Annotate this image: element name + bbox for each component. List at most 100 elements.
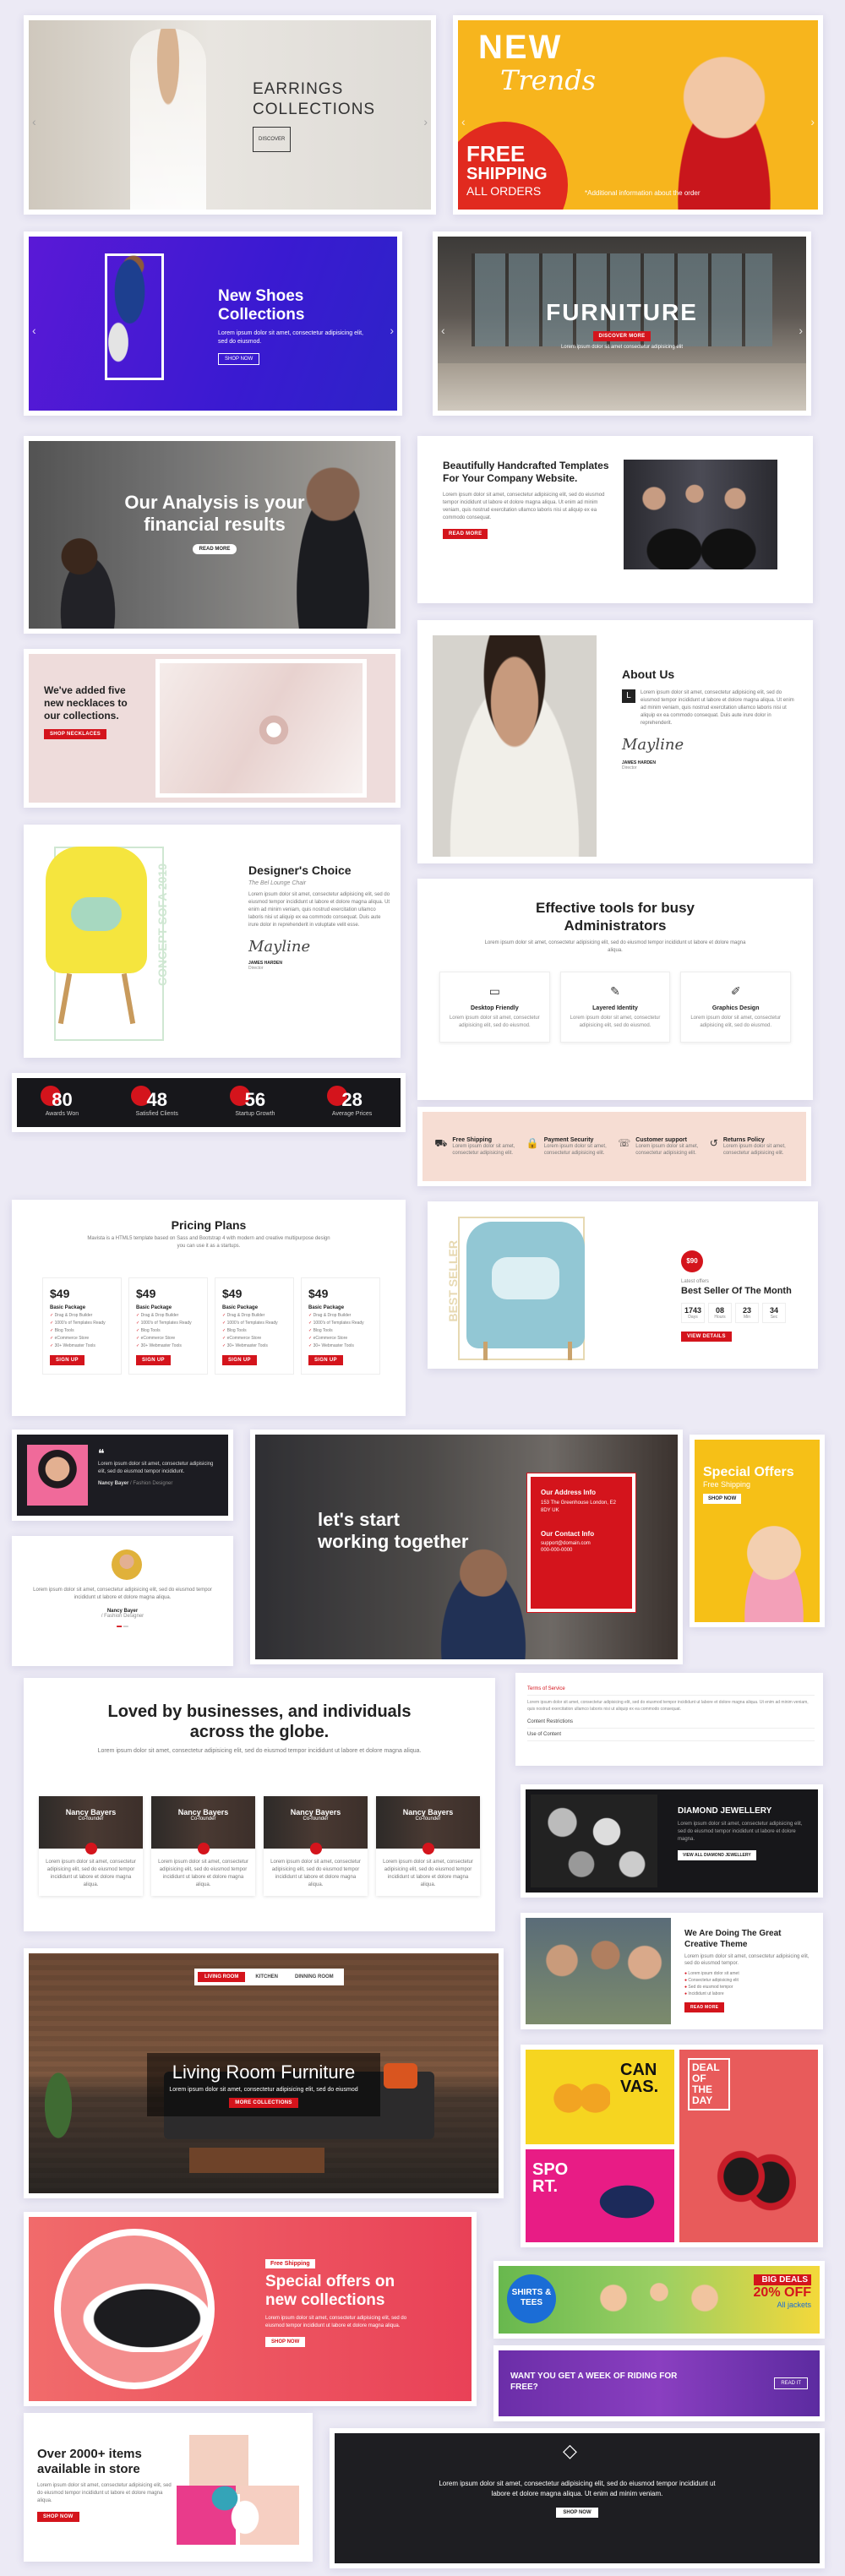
- stat-item: 56 Startup Growth: [230, 1085, 275, 1117]
- about-title: About Us: [622, 667, 675, 681]
- support-icon: ☏: [618, 1136, 631, 1149]
- feature-body: Free Shipping Lorem ipsum dolor sit amet,…: [452, 1137, 519, 1157]
- earrings-title-2: COLLECTIONS: [253, 101, 376, 118]
- plan-feature: ✓ eCommerce Store: [222, 1336, 286, 1341]
- plan-feature-label: 1000's of Templates Ready: [313, 1321, 364, 1326]
- special-shop-button[interactable]: SHOP NOW: [703, 1494, 742, 1504]
- analysis-button[interactable]: READ MORE: [192, 544, 237, 554]
- red-sneakers: [711, 2117, 796, 2236]
- team-card: Nancy Bayers Co-founder Lorem ipsum dolor …: [39, 1796, 143, 1896]
- prev-arrow-icon[interactable]: ‹: [441, 324, 445, 337]
- bestseller-sub: Latest offers: [681, 1279, 709, 1284]
- designer-card: CONCEPT SOFA 2019 Designer's Choice The …: [24, 825, 401, 1058]
- plan-feature-label: Drag & Drop Builder: [313, 1313, 352, 1318]
- plan-feature-label: 1000's of Templates Ready: [226, 1321, 278, 1326]
- jewellery-button[interactable]: VIEW ALL DIAMOND JEWELLERY: [678, 1850, 756, 1860]
- necklace-shop-button[interactable]: SHOP NECKLACES: [44, 729, 107, 739]
- features-card: ⛟ Free Shipping Lorem ipsum dolor sit amet…: [417, 1107, 811, 1186]
- stat-label: Startup Growth: [235, 1110, 275, 1117]
- team-text: Lorem ipsum dolor sit amet, consectetur …: [158, 1860, 248, 1887]
- accordion-item[interactable]: Use of Content: [527, 1729, 815, 1741]
- team-badge: [197, 1843, 210, 1854]
- stat-item: 80 Awards Won: [40, 1085, 79, 1117]
- tab-dinning-room[interactable]: DINNING ROOM: [288, 1972, 341, 1982]
- diamond-icon: ◇: [563, 2440, 577, 2461]
- special-offers-card: Special Offers Free Shipping SHOP NOW: [690, 1435, 825, 1627]
- plan-feature: ✓ Drag & Drop Builder: [136, 1313, 200, 1318]
- diamond-shop-button[interactable]: SHOP NOW: [556, 2508, 598, 2518]
- creative-read-button[interactable]: READ MORE: [684, 2002, 725, 2012]
- pricing-card: Pricing Plans Mavista is a HTML5 templat…: [12, 1200, 406, 1416]
- contact-title: Our Contact Info: [541, 1530, 595, 1538]
- contact-phone: 000-000-0000: [541, 1548, 573, 1553]
- templates-read-button[interactable]: READ MORE: [443, 529, 488, 539]
- riding-read-button[interactable]: READ IT: [774, 2377, 808, 2389]
- stats-card: 80 Awards Won 48 Satisfied Clients 56 Startup…: [12, 1073, 406, 1132]
- team-role: Co-founder: [78, 1816, 104, 1822]
- plan-feature: ✓ 1000's of Templates Ready: [136, 1321, 200, 1326]
- tool-name: Graphics Design: [711, 1005, 760, 1011]
- team-text: Lorem ipsum dolor sit amet, consectetur …: [46, 1860, 136, 1887]
- countdown-label: Days: [688, 1315, 698, 1320]
- plan-feature: ✓ Blog Tools: [50, 1328, 114, 1333]
- testimonial-dark-text: Lorem ipsum dolor sit amet, consectetur …: [98, 1462, 214, 1474]
- countdown-label: Hours: [714, 1315, 726, 1320]
- accordion-item[interactable]: Content Restrictions: [527, 1716, 815, 1729]
- next-arrow-icon[interactable]: ›: [799, 324, 803, 337]
- living-more-button[interactable]: MORE COLLECTIONS: [229, 2098, 298, 2108]
- offers-shop-button[interactable]: SHOP NOW: [265, 2337, 306, 2347]
- creative-list-item: ● Incididunt ut labore: [684, 1991, 815, 1997]
- offers-text: Lorem ipsum dolor sit amet, consectetur …: [265, 2316, 407, 2328]
- designer-sub: The Bel Lounge Chair: [248, 880, 307, 886]
- slider-dots[interactable]: ▬ ▬: [27, 1624, 218, 1629]
- free-text: FREE: [466, 141, 526, 166]
- bestseller-card: BEST SELLER $90 Latest offers Best Selle…: [428, 1201, 818, 1369]
- hero-kids-card: NEW Trends FREE SHIPPING ALL ORDERS *Add…: [453, 15, 823, 215]
- creative-list-label: Consectetur adipisicing elit: [688, 1978, 739, 1983]
- contact-email[interactable]: support@domain.com: [541, 1541, 622, 1546]
- designer-text: Lorem ipsum dolor sit amet, consectetur …: [248, 892, 390, 928]
- offers-shoe-card: Free Shipping Special offers on new coll…: [24, 2212, 477, 2406]
- living-room-card: LIVING ROOM KITCHEN DINNING ROOM Living Ro…: [24, 1948, 504, 2198]
- items-shop-button[interactable]: SHOP NOW: [37, 2512, 79, 2522]
- plan-feature: ✓ Blog Tools: [136, 1328, 200, 1333]
- yellow-shoes: [551, 2058, 610, 2138]
- tab-living-room[interactable]: LIVING ROOM: [198, 1972, 246, 1982]
- next-arrow-icon[interactable]: ›: [423, 115, 428, 128]
- creative-list-label: Incididunt ut labore: [688, 1991, 724, 1996]
- earrings-title-1: EARRINGS: [253, 80, 344, 98]
- feature-text: Lorem ipsum dolor sit amet, consectetur …: [452, 1143, 515, 1156]
- feature-name: Free Shipping: [452, 1136, 493, 1143]
- tab-kitchen[interactable]: KITCHEN: [248, 1972, 285, 1982]
- prev-arrow-icon[interactable]: ‹: [32, 324, 36, 337]
- plan-feature: ✓ 30+ Webmaster Tools: [222, 1343, 286, 1348]
- view-details-button[interactable]: VIEW DETAILS: [681, 1332, 732, 1342]
- earrings-button[interactable]: DISCOVER: [253, 127, 292, 152]
- plan-signup-button[interactable]: SIGN UP: [222, 1355, 257, 1365]
- accordion-item[interactable]: Terms of Service: [527, 1683, 815, 1696]
- items-text: Lorem ipsum dolor sit amet, consectetur …: [37, 2483, 172, 2503]
- living-tabs: LIVING ROOM KITCHEN DINNING ROOM: [194, 1969, 344, 1985]
- kids-group-photo: [583, 2274, 735, 2334]
- prev-arrow-icon[interactable]: ‹: [32, 115, 36, 128]
- furniture-discover-button[interactable]: DISCOVER MORE: [592, 331, 651, 341]
- countdown-number: 08: [715, 1306, 724, 1315]
- tools-card: Effective tools for busy Administrators …: [417, 879, 813, 1100]
- plan-signup-button[interactable]: SIGN UP: [308, 1355, 343, 1365]
- testimonial-light-card: Lorem ipsum dolor sit amet, consectetur …: [12, 1536, 233, 1666]
- about-text: Lorem ipsum dolor sit amet, consectetur …: [641, 690, 794, 726]
- countdown-unit: 08 Hours: [708, 1303, 732, 1323]
- next-arrow-icon[interactable]: ›: [810, 115, 815, 128]
- shoes-shop-button[interactable]: SHOP NOW: [218, 353, 260, 365]
- next-arrow-icon[interactable]: ›: [390, 324, 394, 337]
- plan-signup-button[interactable]: SIGN UP: [50, 1355, 84, 1365]
- feature-text: Lorem ipsum dolor sit amet, consectetur …: [722, 1143, 786, 1156]
- tools-title: Effective tools for busy Administrators: [536, 900, 695, 934]
- team-badge: [84, 1843, 97, 1854]
- living-text: Lorem ipsum dolor sit amet, consectetur …: [169, 2087, 358, 2093]
- team-card: Nancy Bayers Co-founder Lorem ipsum dolor …: [151, 1796, 255, 1896]
- stat-item: 48 Satisfied Clients: [130, 1085, 178, 1117]
- plan-signup-button[interactable]: SIGN UP: [136, 1355, 171, 1365]
- kids-footnote: *Additional information about the order: [585, 189, 701, 197]
- prev-arrow-icon[interactable]: ‹: [461, 115, 466, 128]
